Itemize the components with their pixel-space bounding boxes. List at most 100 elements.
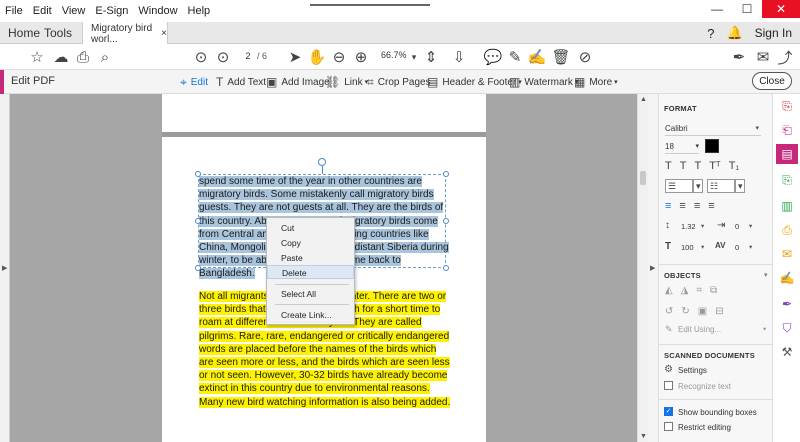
upload-cloud-icon[interactable]: ☁ [52, 47, 70, 67]
organize-pages-icon[interactable]: ▥ [779, 198, 795, 214]
create-pdf-icon[interactable]: ⎗ [779, 122, 795, 138]
rotate-right-icon[interactable]: ↻ [681, 306, 689, 317]
share-icon[interactable]: ⤴ [776, 47, 794, 67]
menu-help[interactable]: Help [188, 5, 211, 17]
crop-image-icon[interactable]: ⌗ [696, 285, 702, 296]
edit-button[interactable]: ⌖ Edit [180, 75, 208, 90]
edit-pdf-icon[interactable]: ▤ [776, 144, 798, 164]
bullet-list-dropdown[interactable]: ▾ [693, 179, 703, 193]
recognize-text-checkbox[interactable] [664, 381, 673, 390]
scroll-mode-icon[interactable]: ⇩ [450, 47, 468, 67]
align-right-icon[interactable]: ≡ [694, 200, 700, 212]
menu-esign[interactable]: E-Sign [95, 5, 128, 17]
resize-handle-top-right[interactable] [443, 171, 449, 177]
watermark-button[interactable]: ▥ Watermark ▾ [509, 75, 578, 89]
page-fit-icon[interactable]: ⇕ [422, 47, 440, 67]
menu-window[interactable]: Window [138, 5, 177, 17]
help-icon[interactable]: ? [707, 26, 714, 41]
close-window-button[interactable]: ✕ [762, 0, 800, 18]
close-edit-button[interactable]: Close [752, 72, 792, 90]
superscript-icon[interactable]: Tᵀ [709, 160, 720, 172]
chevron-down-icon[interactable]: ▾ [701, 243, 704, 251]
text-t-icon[interactable]: T [665, 160, 672, 172]
tab-home[interactable]: Home [8, 22, 40, 44]
resize-handle-bottom-right[interactable] [443, 265, 449, 271]
minimize-button[interactable]: — [702, 0, 732, 18]
resize-handle-left[interactable] [195, 218, 201, 224]
font-size-select[interactable]: 18 ▾ [665, 142, 699, 154]
font-color-swatch[interactable] [705, 139, 719, 153]
scroll-thumb[interactable] [640, 171, 646, 185]
zoom-in-icon[interactable]: ⊕ [352, 47, 370, 67]
resize-handle-bottom-left[interactable] [195, 265, 201, 271]
tab-document[interactable]: Migratory bird worl... × [82, 22, 168, 45]
horizontal-scale-value[interactable]: 100 [681, 243, 694, 252]
chevron-down-icon[interactable]: ▾ [763, 325, 766, 333]
zoom-out-icon[interactable]: ⊖ [330, 47, 348, 67]
chevron-down-icon[interactable]: ▾ [749, 243, 752, 251]
sign-in-link[interactable]: Sign In [755, 26, 792, 40]
redact-icon[interactable]: ⊘ [576, 47, 594, 67]
menu-edit[interactable]: Edit [33, 5, 52, 17]
align-objects-icon[interactable]: ⊟ [715, 306, 723, 317]
delete-icon[interactable]: 🗑 [551, 47, 570, 67]
highlight-pen-icon[interactable]: ✎ [506, 47, 524, 67]
menu-view[interactable]: View [62, 5, 86, 17]
paragraph-spacing-value[interactable]: 0 [735, 222, 739, 231]
vertical-scrollbar[interactable]: ▲ ▼ [637, 94, 648, 442]
combine-files-icon[interactable]: ⎘ [779, 172, 795, 188]
flip-vertical-icon[interactable]: ◭ [665, 285, 673, 296]
gear-icon[interactable]: ⚙ [664, 364, 673, 375]
protect-icon[interactable]: ⛉ [779, 320, 795, 336]
page-number-input[interactable]: 2 [241, 49, 255, 63]
fill-sign-icon[interactable]: ✍ [779, 270, 795, 286]
page-down-icon[interactable]: ⊙ [214, 47, 232, 67]
maximize-button[interactable]: ☐ [732, 0, 762, 18]
align-left-icon[interactable]: ≡ [665, 200, 671, 212]
notifications-icon[interactable]: 🔔 [726, 25, 742, 41]
numbered-list-dropdown[interactable]: ▾ [735, 179, 745, 193]
chevron-down-icon[interactable]: ▾ [749, 222, 752, 230]
collapse-icon[interactable]: ▾ [764, 271, 768, 279]
align-justify-icon[interactable]: ≡ [708, 200, 714, 212]
numbered-list-button[interactable]: ☷ [707, 179, 735, 193]
resize-handle-top-left[interactable] [195, 171, 201, 177]
add-image-button[interactable]: ▣ Add Image [266, 75, 330, 89]
rotate-handle[interactable] [318, 158, 326, 166]
replace-image-icon[interactable]: ▣ [698, 306, 707, 317]
align-center-icon[interactable]: ≡ [679, 200, 685, 212]
left-panel-toggle[interactable]: ▶ [0, 94, 10, 442]
comment-icon[interactable]: 💬 [484, 47, 503, 67]
select-pointer-icon[interactable]: ➤ [286, 47, 304, 67]
tab-tools[interactable]: Tools [44, 22, 72, 44]
text-t-icon[interactable]: T [680, 160, 687, 172]
sign-pen-icon[interactable]: ✒ [730, 47, 748, 67]
crop-pages-button[interactable]: ⌗ Crop Pages [367, 75, 431, 90]
draw-icon[interactable]: ✍ [528, 47, 547, 67]
arrange-icon[interactable]: ⧉ [710, 285, 717, 296]
search-icon[interactable]: ⌕ [96, 47, 114, 67]
zoom-dropdown-icon[interactable]: ▾ [410, 47, 418, 67]
menu-item-select-all[interactable]: Select All [267, 287, 354, 301]
restrict-editing-checkbox[interactable] [664, 422, 673, 431]
header-footer-button[interactable]: ▤ Header & Footer ▾ [427, 75, 522, 89]
menu-item-create-link[interactable]: Create Link... [267, 308, 354, 322]
subscript-icon[interactable]: T₁ [729, 160, 739, 172]
zoom-level-input[interactable]: 66.7% [381, 50, 407, 60]
tab-close-icon[interactable]: × [161, 28, 167, 39]
resize-handle-right[interactable] [443, 218, 449, 224]
comment-tool-icon[interactable]: ✉ [779, 246, 795, 262]
hand-tool-icon[interactable]: ✋ [308, 47, 327, 67]
character-spacing-value[interactable]: 0 [735, 243, 739, 252]
show-bounding-boxes-checkbox[interactable]: ✓ [664, 407, 673, 416]
menu-item-copy[interactable]: Copy [267, 236, 354, 250]
right-panel-toggle[interactable]: ▶ [648, 94, 658, 442]
more-tools-icon[interactable]: ⚒ [779, 344, 795, 360]
font-family-select[interactable]: Calibri ▾ [665, 124, 761, 136]
export-pdf-icon[interactable]: ⎘ [779, 98, 795, 114]
line-spacing-value[interactable]: 1.32 [681, 222, 696, 231]
send-for-signature-icon[interactable]: ✒ [779, 296, 795, 312]
text-t-icon[interactable]: T [694, 160, 701, 172]
menu-item-paste[interactable]: Paste [267, 251, 354, 265]
page-up-icon[interactable]: ⊙ [192, 47, 210, 67]
